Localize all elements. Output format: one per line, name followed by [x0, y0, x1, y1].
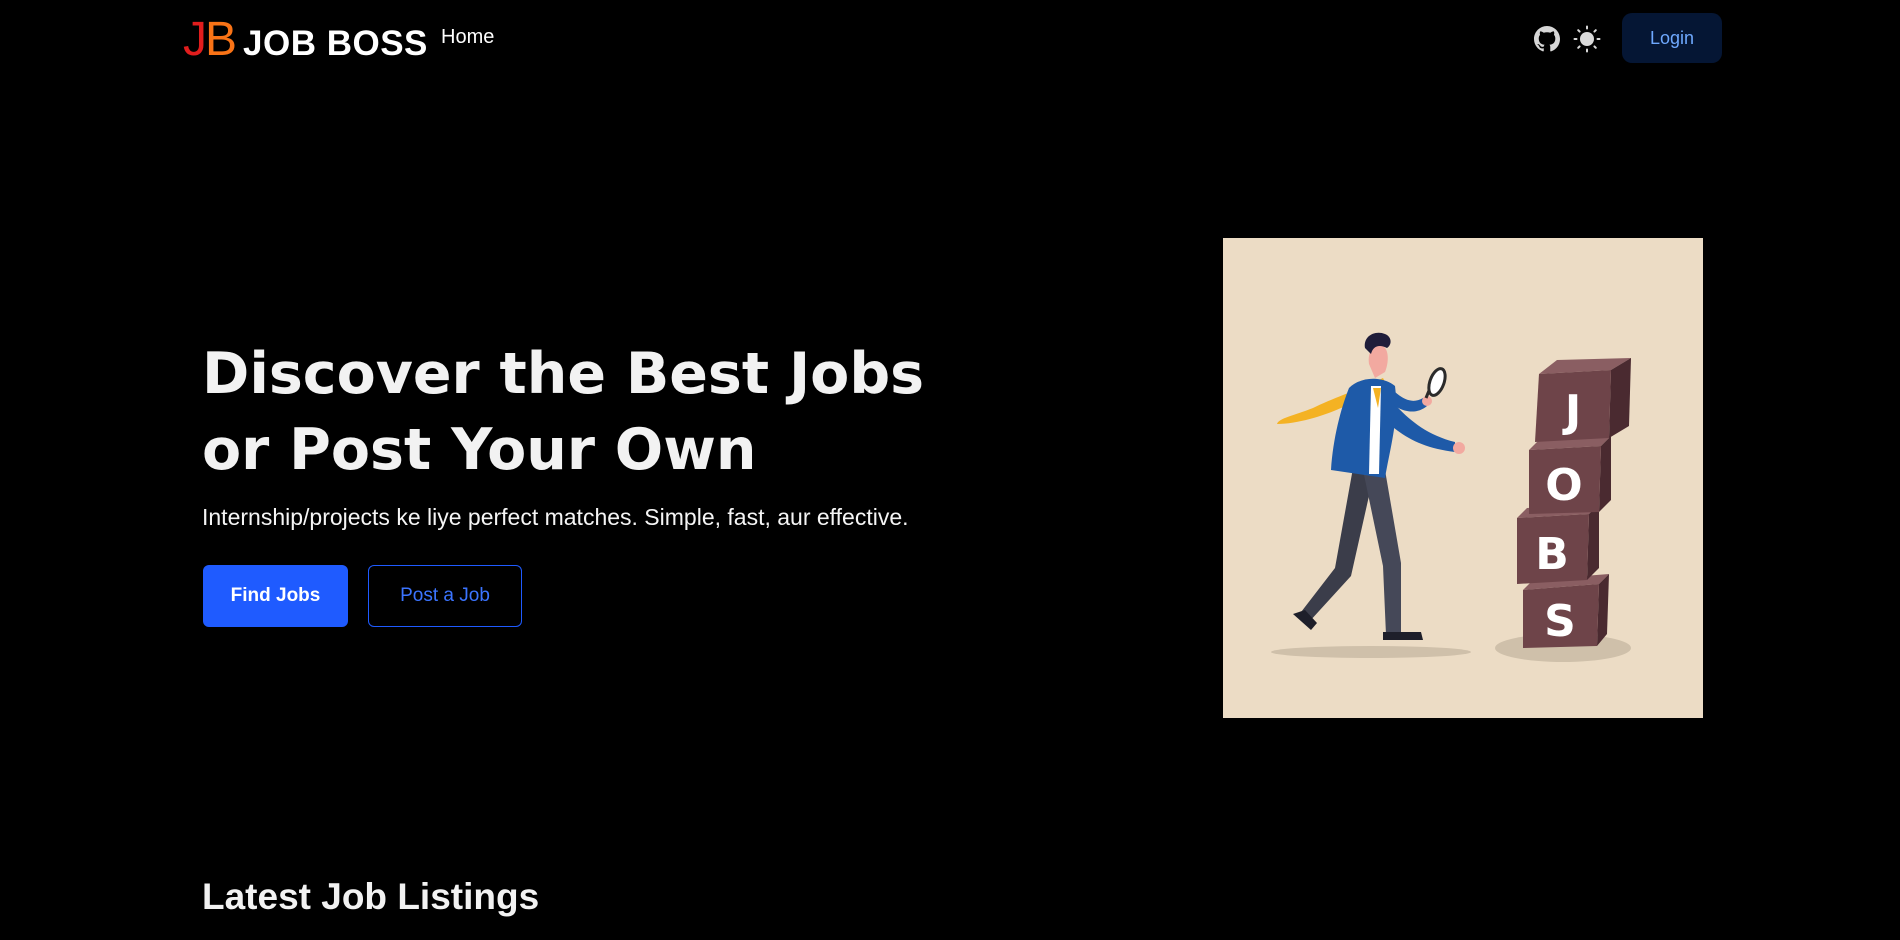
svg-text:B: B [1535, 529, 1569, 580]
svg-text:S: S [1544, 596, 1576, 647]
find-jobs-button[interactable]: Find Jobs [203, 565, 348, 627]
nav-link-home[interactable]: Home [441, 26, 494, 49]
hero-title-line-2: or Post Your Own [202, 417, 757, 483]
latest-listings-title: Latest Job Listings [202, 876, 540, 917]
svg-text:J: J [1562, 386, 1581, 437]
brand-logo[interactable]: J B JOB BOSS [183, 10, 428, 70]
jobs-blocks: S B O J [1517, 358, 1631, 648]
github-icon[interactable] [1532, 24, 1562, 54]
person-shadow [1271, 646, 1471, 658]
person-leg-front [1363, 470, 1401, 635]
person-jacket [1331, 378, 1397, 478]
hero-illustration: S B O J [1223, 238, 1703, 718]
logo-letter-b: B [205, 13, 238, 66]
person-hand [1453, 442, 1465, 454]
person-shoe-front [1383, 632, 1423, 640]
sun-icon[interactable] [1572, 24, 1602, 54]
post-job-button[interactable]: Post a Job [368, 565, 522, 627]
navbar: J B JOB BOSS Home Login [0, 0, 1900, 78]
brand-name: JOB BOSS [243, 24, 428, 63]
hero-title-line-1: Discover the Best Jobs [202, 341, 925, 407]
login-button[interactable]: Login [1622, 13, 1722, 63]
hero-title: Discover the Best Jobs or Post Your Own [202, 336, 962, 488]
svg-text:O: O [1545, 460, 1582, 511]
person-leg-back [1298, 468, 1373, 622]
page: J B JOB BOSS Home Login Discover the Bes… [0, 0, 1900, 940]
magnifier-glass [1427, 367, 1447, 397]
hero-subtitle: Internship/projects ke liye perfect matc… [202, 504, 909, 530]
logo-letter-j: J [183, 13, 207, 66]
